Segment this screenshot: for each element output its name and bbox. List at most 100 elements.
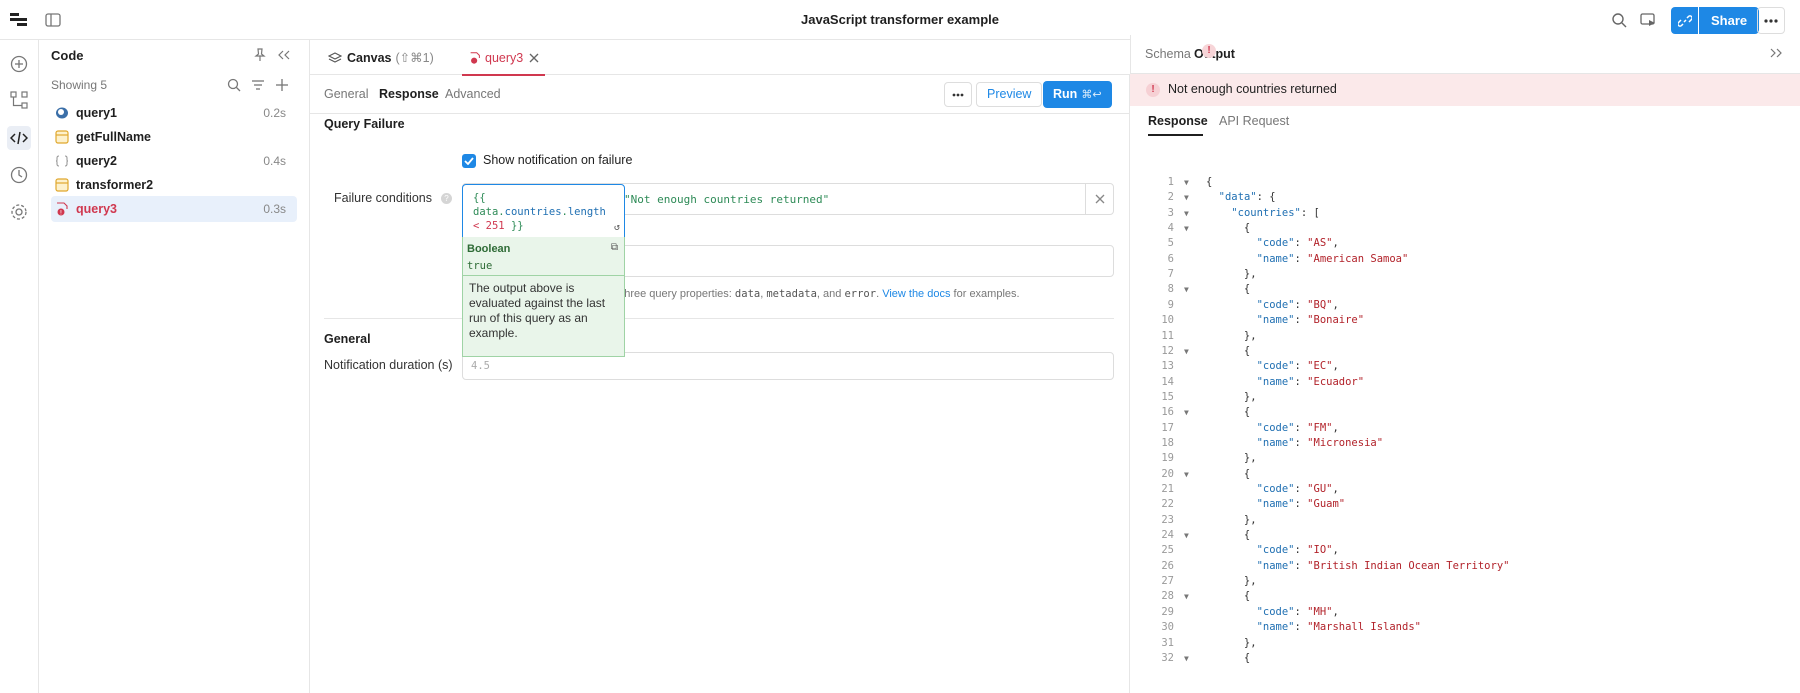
more-options-icon[interactable]	[944, 82, 972, 107]
json-text: },	[1206, 268, 1257, 281]
evaluation-preview: Boolean ⧉ true The output above is evalu…	[462, 237, 625, 357]
reset-icon[interactable]: ↺	[614, 221, 620, 235]
tab-canvas[interactable]: Canvas (⇧⌘1)	[328, 40, 434, 75]
tree-icon[interactable]	[7, 88, 31, 112]
copy-icon[interactable]: ⧉	[611, 242, 618, 253]
code-icon[interactable]	[7, 126, 31, 150]
fold-toggle-icon[interactable]: ▼	[1184, 344, 1189, 359]
fold-toggle-icon[interactable]: ▼	[1184, 528, 1189, 543]
settings-gear-icon[interactable]	[7, 200, 31, 224]
json-text: {	[1206, 651, 1251, 664]
json-text: {	[1206, 406, 1251, 419]
notification-duration-label: Notification duration (s)	[324, 358, 453, 372]
line-number: 17	[1161, 421, 1174, 434]
json-text: {	[1206, 467, 1251, 480]
json-text: "code": "BQ",	[1256, 298, 1339, 311]
subtab-general[interactable]: General	[324, 87, 368, 101]
remove-condition-button[interactable]	[1085, 184, 1113, 214]
json-text: "code": "MH",	[1256, 605, 1339, 618]
json-text: },	[1206, 390, 1257, 403]
line-number: 16	[1161, 406, 1174, 419]
output-header: Schema Output	[1130, 35, 1800, 74]
fold-toggle-icon[interactable]: ▼	[1184, 206, 1189, 221]
json-text: },	[1206, 575, 1257, 588]
eval-value: true	[467, 260, 493, 272]
collapse-output-icon[interactable]	[1767, 44, 1785, 62]
fold-toggle-icon[interactable]: ▼	[1184, 221, 1189, 236]
search-icon[interactable]	[1608, 9, 1630, 31]
query-failure-heading: Query Failure	[324, 117, 405, 131]
line-number: 31	[1161, 636, 1174, 649]
transformer-icon	[54, 129, 70, 145]
query-item-getfullname[interactable]: getFullName	[51, 124, 297, 150]
tab-api-request[interactable]: API Request	[1219, 114, 1289, 128]
json-text: {	[1206, 176, 1213, 188]
query-item-query1[interactable]: query1 0.2s	[51, 100, 297, 126]
add-query-icon[interactable]	[273, 76, 291, 94]
collapse-panel-icon[interactable]	[275, 46, 293, 64]
subtab-advanced[interactable]: Advanced	[445, 87, 501, 101]
preview-app-icon[interactable]	[1637, 9, 1659, 31]
output-panel: Schema Output ! Not enough countries ret…	[1129, 35, 1800, 693]
show-notification-label: Show notification on failure	[483, 153, 633, 167]
json-text: },	[1206, 513, 1257, 526]
share-group: Share	[1671, 7, 1760, 34]
json-text: "code": "AS",	[1256, 237, 1339, 250]
fold-toggle-icon[interactable]: ▼	[1184, 651, 1189, 666]
fold-toggle-icon[interactable]: ▼	[1184, 190, 1189, 205]
run-button[interactable]: Run ⌘↩	[1043, 81, 1112, 108]
copy-link-button[interactable]	[1671, 7, 1698, 34]
help-icon[interactable]: ?	[441, 193, 452, 204]
subtab-response[interactable]: Response	[379, 87, 439, 101]
search-icon[interactable]	[225, 76, 243, 94]
fold-toggle-icon[interactable]: ▼	[1184, 175, 1189, 190]
js-error-icon: !	[54, 201, 70, 217]
line-number: 32	[1161, 651, 1174, 664]
eval-type: Boolean	[467, 243, 511, 255]
more-menu-icon[interactable]	[1757, 7, 1785, 34]
json-text: "name": "American Samoa"	[1256, 252, 1409, 265]
query-item-query3[interactable]: ! query3 0.3s	[51, 196, 297, 222]
code-panel: Code Showing 5 query1 0.2s getFullName q…	[39, 40, 310, 693]
share-button[interactable]: Share	[1699, 7, 1760, 34]
add-component-icon[interactable]	[7, 52, 31, 76]
preview-button[interactable]: Preview	[976, 82, 1043, 107]
failure-conditions-label: Failure conditions	[334, 191, 432, 205]
tab-response[interactable]: Response	[1148, 114, 1208, 128]
line-number: 15	[1161, 390, 1174, 403]
view-docs-link[interactable]: View the docs	[882, 288, 950, 300]
json-text: "name": "Marshall Islands"	[1256, 621, 1421, 634]
history-icon[interactable]	[7, 163, 31, 187]
fold-toggle-icon[interactable]: ▼	[1184, 405, 1189, 420]
show-notification-checkbox[interactable]	[462, 154, 476, 168]
js-error-icon	[470, 51, 480, 64]
line-number: 27	[1161, 575, 1174, 588]
line-number: 4	[1167, 222, 1174, 235]
close-icon[interactable]	[529, 53, 539, 63]
line-number: 24	[1161, 529, 1174, 542]
fold-toggle-icon[interactable]: ▼	[1184, 589, 1189, 604]
query-item-transformer2[interactable]: transformer2	[51, 172, 297, 198]
filter-icon[interactable]	[249, 76, 267, 94]
json-text: {	[1206, 344, 1251, 357]
line-number: 6	[1167, 252, 1174, 265]
code-panel-title: Code	[51, 48, 84, 63]
pin-icon[interactable]	[251, 46, 269, 64]
fold-toggle-icon[interactable]: ▼	[1184, 282, 1189, 297]
output-warning-icon: !	[1202, 44, 1216, 58]
tab-query3[interactable]: query3	[461, 40, 546, 76]
failure-condition-code-editor[interactable]: {{ data.countries.length < 251 }} ↺	[462, 184, 625, 238]
tab-schema[interactable]: Schema	[1145, 47, 1191, 61]
active-tab-underline	[1148, 134, 1203, 136]
postgres-icon	[54, 105, 70, 121]
line-number: 22	[1161, 498, 1174, 511]
query-item-query2[interactable]: query2 0.4s	[51, 148, 297, 174]
left-rail	[0, 40, 39, 693]
error-banner: ! Not enough countries returned	[1130, 74, 1800, 106]
json-text: "name": "Bonaire"	[1256, 314, 1365, 327]
error-icon: !	[1146, 83, 1160, 97]
divider	[324, 318, 1114, 319]
failure-message-field[interactable]: "Not enough countries returned"	[624, 193, 829, 206]
fold-toggle-icon[interactable]: ▼	[1184, 467, 1189, 482]
svg-text:!: !	[60, 210, 62, 217]
